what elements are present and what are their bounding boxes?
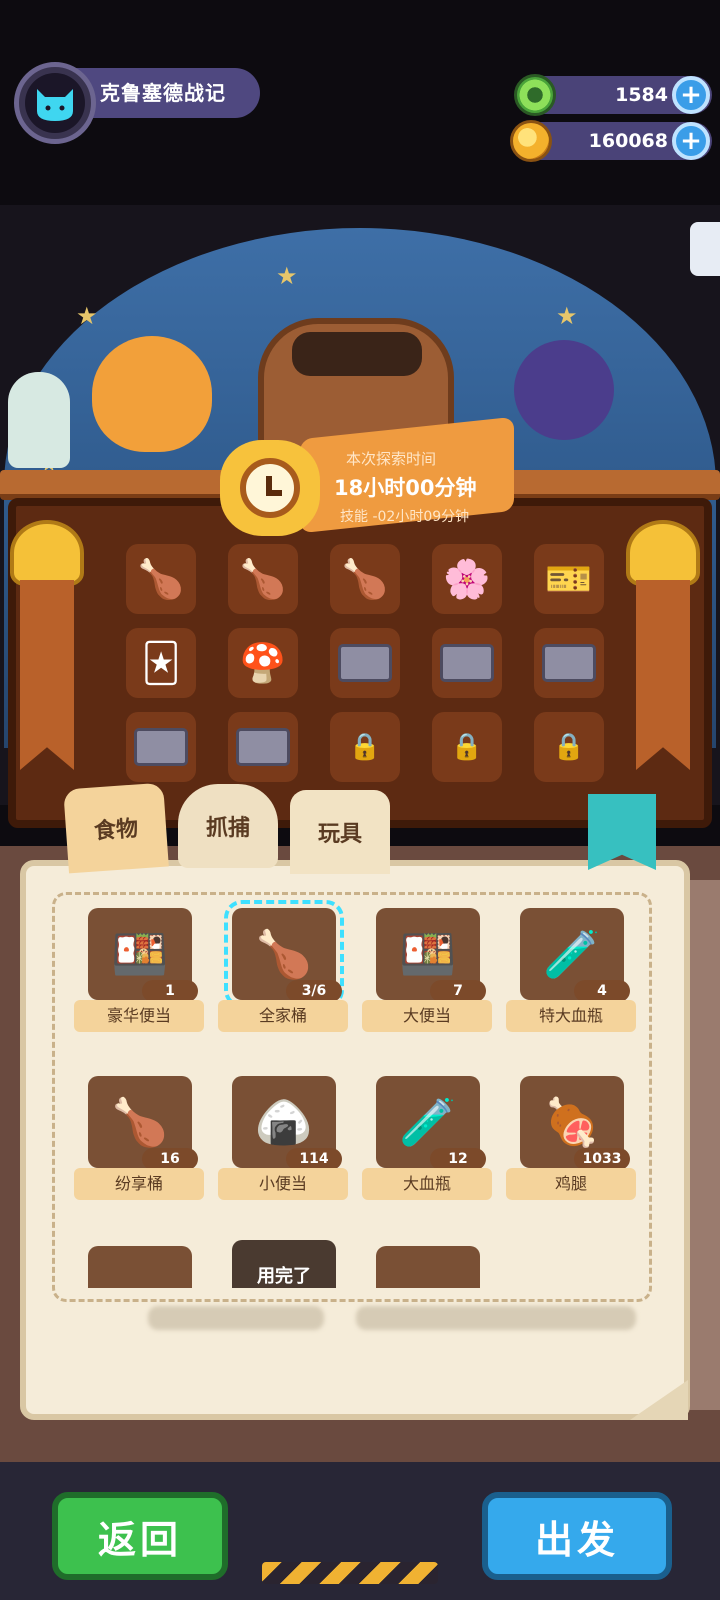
used-up-label: 用完了: [257, 1266, 311, 1287]
item-count: 114: [286, 1148, 342, 1170]
tab-capture[interactable]: 抓捕: [178, 784, 278, 868]
cat-avatar-icon: [25, 73, 85, 133]
flower-icon: 🌸: [443, 557, 491, 601]
ticket-icon: 🎫: [545, 557, 593, 601]
item-card[interactable]: 🍗 16 纷享桶: [74, 1076, 204, 1200]
bento-icon: 🍱: [399, 927, 457, 981]
item-card[interactable]: 🍱 1 豪华便当: [74, 908, 204, 1032]
equip-slot[interactable]: 🍗: [126, 544, 196, 614]
equip-slot[interactable]: [534, 628, 604, 698]
add-gold-button[interactable]: +: [672, 122, 710, 160]
item-card-partial[interactable]: [88, 1246, 192, 1288]
orange-cat-character[interactable]: [92, 336, 212, 452]
item-name: 全家桶: [218, 1000, 348, 1032]
crate-icon: [236, 728, 290, 766]
lock-icon: 🔒: [348, 732, 382, 762]
chicken-bucket-icon: 🍗: [137, 557, 185, 601]
skill-reduction: 技能 -02小时09分钟: [340, 509, 470, 525]
item-card-partial[interactable]: [376, 1246, 480, 1288]
tab-toys[interactable]: 玩具: [290, 790, 390, 874]
hazard-stripe: [262, 1562, 438, 1584]
bento-icon: 🍱: [111, 927, 169, 981]
item-count: 4: [574, 980, 630, 1002]
chicken-bucket-icon: 🍗: [341, 557, 389, 601]
pennant-left: [20, 580, 74, 770]
tab-food[interactable]: 食物: [63, 782, 169, 874]
item-card[interactable]: 🍱 7 大便当: [362, 908, 492, 1032]
item-count: 1: [142, 980, 198, 1002]
backpack-flap: [292, 332, 422, 376]
equip-slot[interactable]: 🃏: [126, 628, 196, 698]
blurred-text: [148, 1306, 324, 1330]
gold-planet-icon: [510, 120, 552, 162]
equip-slot-locked: 🔒: [432, 712, 502, 782]
side-menu-tab[interactable]: [690, 222, 720, 276]
item-name: 纷享桶: [74, 1168, 204, 1200]
green-gem-icon: [514, 74, 556, 116]
item-card-selected[interactable]: 🍗 3/6 全家桶: [218, 900, 348, 1032]
add-gems-button[interactable]: +: [672, 76, 710, 114]
item-card[interactable]: 🧪 12 大血瓶: [362, 1076, 492, 1200]
expedition-time-value: 18小时00分钟: [334, 476, 477, 500]
item-count: 1033: [574, 1148, 630, 1170]
crate-icon: [134, 728, 188, 766]
item-count: 7: [430, 980, 486, 1002]
blurred-text: [356, 1306, 636, 1330]
star-icon: ★: [556, 302, 578, 330]
rocket-toy: [8, 372, 70, 468]
timer-badge: [220, 440, 320, 536]
item-name: 鸡腿: [506, 1168, 636, 1200]
crate-icon: [338, 644, 392, 682]
pennant-right: [636, 580, 690, 770]
item-name: 小便当: [218, 1168, 348, 1200]
star-icon: ★: [276, 262, 298, 290]
potion-icon: 🧪: [399, 1095, 457, 1149]
lock-icon: 🔒: [552, 732, 586, 762]
equip-slot[interactable]: 🍗: [330, 544, 400, 614]
item-name: 大血瓶: [362, 1168, 492, 1200]
crate-icon: [440, 644, 494, 682]
item-name: 大便当: [362, 1000, 492, 1032]
bell-icon: [626, 520, 700, 586]
equip-slot[interactable]: 🎫: [534, 544, 604, 614]
character-card-icon: 🃏: [141, 641, 181, 685]
chicken-bucket-icon: 🍗: [239, 557, 287, 601]
drumstick-icon: 🍖: [543, 1095, 601, 1149]
equip-slot[interactable]: 🌸: [432, 544, 502, 614]
rice-box-icon: 🍙: [255, 1095, 313, 1149]
bell-icon: [10, 520, 84, 586]
expedition-time-label: 本次探索时间: [346, 450, 437, 468]
item-name: 特大血瓶: [506, 1000, 636, 1032]
potion-icon: 🧪: [543, 927, 601, 981]
item-count: 3/6: [286, 980, 342, 1002]
item-count: 16: [142, 1148, 198, 1170]
mushroom-icon: 🍄: [239, 641, 287, 685]
equip-slot[interactable]: [432, 628, 502, 698]
equip-slot[interactable]: [228, 712, 298, 782]
chicken-bucket-icon: 🍗: [255, 927, 313, 981]
depart-button[interactable]: 出发: [482, 1492, 672, 1580]
equip-slot[interactable]: 🍄: [228, 628, 298, 698]
chicken-bucket-icon: 🍗: [111, 1095, 169, 1149]
item-card[interactable]: 🍙 114 小便当: [218, 1076, 348, 1200]
equip-slot-locked: 🔒: [330, 712, 400, 782]
star-icon: ★: [76, 302, 98, 330]
clock-icon: [240, 458, 300, 518]
item-count: 12: [430, 1148, 486, 1170]
back-button[interactable]: 返回: [52, 1492, 228, 1580]
item-card[interactable]: 🧪 4 特大血瓶: [506, 908, 636, 1032]
equip-slot[interactable]: [330, 628, 400, 698]
equip-slot[interactable]: 🍗: [228, 544, 298, 614]
avatar[interactable]: [14, 62, 96, 144]
purple-cat-character[interactable]: [514, 340, 614, 440]
item-name: 豪华便当: [74, 1000, 204, 1032]
item-card[interactable]: 🍖 1033 鸡腿: [506, 1076, 636, 1200]
crate-icon: [542, 644, 596, 682]
equip-slot-locked: 🔒: [534, 712, 604, 782]
equip-slot[interactable]: [126, 712, 196, 782]
lock-icon: 🔒: [450, 732, 484, 762]
